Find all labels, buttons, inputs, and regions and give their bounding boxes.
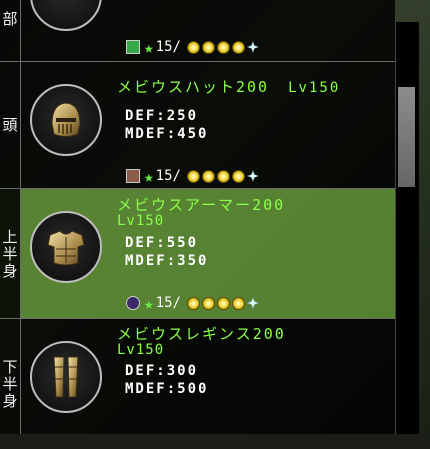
gem-slot-icon [231, 296, 245, 310]
equipment-row-weapon[interactable]: 部 ★ 15/ [0, 0, 395, 61]
star-icon: ★ [144, 166, 154, 186]
enhance-row: ★ 15/ [126, 293, 259, 313]
gem-slot-icon [186, 169, 200, 183]
star-icon: ★ [144, 37, 154, 57]
equipment-row-upper-body[interactable]: 上 半 身 メビウスアーマー200 Lv150 DEF:550 MDEF:350… [0, 188, 395, 319]
stat-def: DEF:250 [125, 108, 199, 124]
enhance-row: ★ 15/ [126, 37, 259, 57]
slot-label: 下 半 身 [0, 319, 20, 449]
slot-char: 下 [2, 357, 18, 376]
star-icon: ★ [144, 293, 154, 313]
equipment-portrait [30, 0, 102, 31]
gem-add-icon [246, 41, 259, 53]
slot-label: 部 [0, 0, 20, 39]
gem-slot-icon [201, 169, 215, 183]
equipment-list: 部 ★ 15/ 頭 メビウスハット200 Lv150 DEF:250 MDEF:… [0, 0, 395, 434]
enhance-level: 15/ [155, 295, 181, 311]
gem-slot-icon [201, 40, 215, 54]
item-name: メビウスアーマー200 [117, 196, 286, 214]
gem-slot-icon [231, 169, 245, 183]
item-name: メビウスレギンス200 [117, 325, 286, 343]
stat-def: DEF:550 [125, 235, 199, 251]
stat-mdef: MDEF:450 [125, 126, 209, 142]
item-name: メビウスハット200 Lv150 [117, 78, 341, 96]
scrollbar-thumb[interactable] [398, 87, 415, 187]
helmet-icon [51, 102, 81, 137]
gem-slot-icon [201, 296, 215, 310]
equipment-portrait [30, 211, 102, 283]
gem-slot-icon [231, 40, 245, 54]
slot-label: 頭 [0, 62, 20, 189]
stat-mdef: MDEF:350 [125, 253, 209, 269]
gem-slot-icon [186, 40, 200, 54]
slot-column-divider [20, 0, 21, 434]
slot-char: 部 [2, 9, 18, 28]
stat-mdef: MDEF:500 [125, 381, 209, 397]
gem-add-icon [246, 297, 259, 309]
gem-slot-icon [216, 169, 230, 183]
enhance-level: 15/ [155, 168, 181, 184]
gem-slot-icon [186, 296, 200, 310]
leggings-icon [53, 356, 79, 398]
stat-def: DEF:300 [125, 363, 199, 379]
equipment-row-head[interactable]: 頭 メビウスハット200 Lv150 DEF:250 MDEF:450 ★ 15… [0, 61, 395, 188]
equipment-portrait [30, 341, 102, 413]
item-level: Lv150 [288, 80, 341, 96]
slot-char: 身 [2, 391, 18, 410]
equipment-portrait [30, 84, 102, 156]
item-level: Lv150 [117, 213, 165, 229]
slot-char: 半 [2, 374, 18, 393]
slot-char: 頭 [2, 116, 18, 134]
slot-char: 上 [2, 227, 18, 246]
equipment-row-lower-body[interactable]: 下 半 身 メビウスレギンス200 Lv150 DEF:300 MDEF:500 [0, 318, 395, 434]
enhance-row: ★ 15/ [126, 166, 259, 186]
gem-add-icon [246, 170, 259, 182]
armor-icon [47, 230, 85, 266]
slot-label: 上 半 身 [0, 189, 20, 319]
slot-char: 半 [2, 244, 18, 263]
gem-slot-icon [216, 40, 230, 54]
gem-slot-icon [216, 296, 230, 310]
item-level: Lv150 [117, 342, 165, 358]
rarity-badge-icon [126, 296, 140, 310]
scrollbar-track[interactable] [395, 22, 419, 434]
slot-char: 身 [2, 261, 18, 280]
rarity-badge-icon [126, 40, 140, 54]
enhance-level: 15/ [155, 39, 181, 55]
rarity-badge-icon [126, 169, 140, 183]
